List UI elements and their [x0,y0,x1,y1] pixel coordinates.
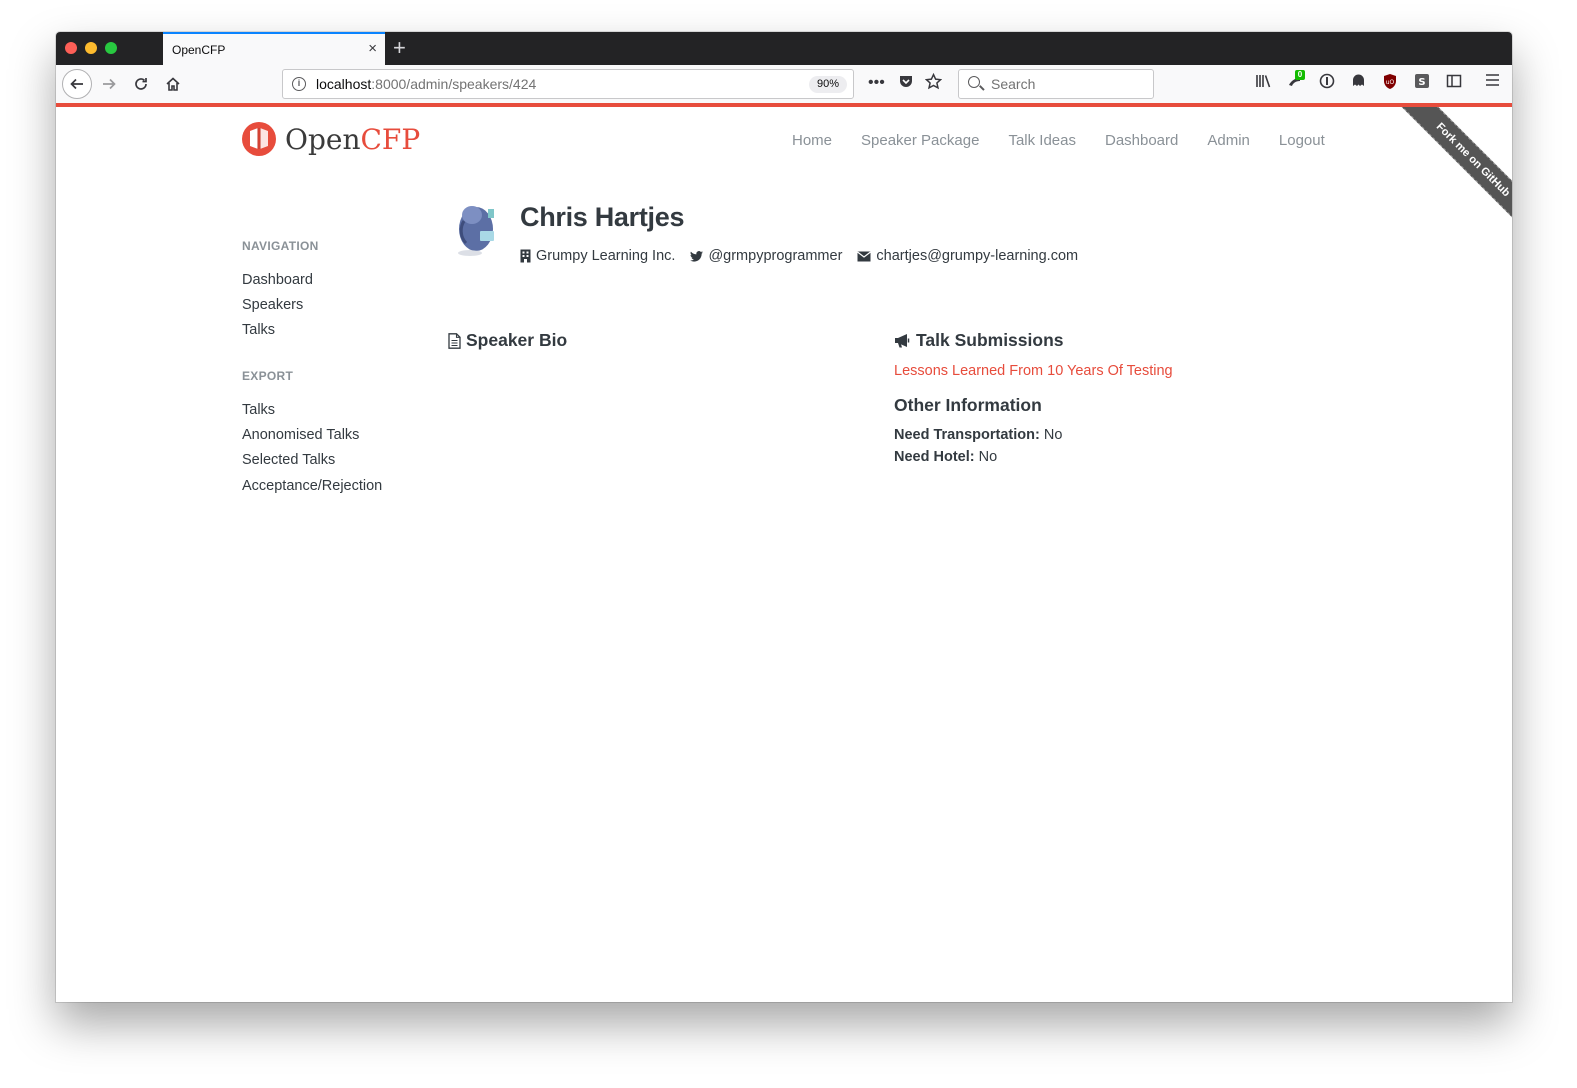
need-transportation-value: No [1043,427,1063,443]
speaker-company: Grumpy Learning Inc. [520,248,675,264]
zoom-level-badge[interactable]: 90% [808,76,847,93]
need-hotel-label: Need Hotel: [894,449,975,465]
envelope-icon [857,251,872,261]
other-information-title: Other Information [894,395,1042,415]
speaker-bio-title: Speaker Bio [466,330,568,350]
svg-text:S: S [1418,77,1425,88]
maximize-window-button[interactable] [105,42,117,54]
search-icon [968,76,980,88]
nav-speaker-package[interactable]: Speaker Package [861,132,979,149]
nav-admin[interactable]: Admin [1207,132,1250,149]
nav-dashboard[interactable]: Dashboard [1105,132,1178,149]
back-button[interactable] [62,69,92,99]
sidebar-item-export-selected-talks[interactable]: Selected Talks [242,452,335,468]
search-bar[interactable]: Search [958,69,1154,99]
opencfp-logo[interactable]: OpenCFP [241,121,420,157]
close-window-button[interactable] [65,42,77,54]
talk-submissions-title: Talk Submissions [916,330,1064,350]
reload-icon [135,78,147,90]
nav-talk-ideas[interactable]: Talk Ideas [1008,132,1076,149]
need-hotel-value: No [978,449,998,465]
sidebar-heading-navigation: NAVIGATION [242,239,319,253]
talk-submission-link[interactable]: Lessons Learned From 10 Years Of Testing [894,363,1173,379]
sidebar-item-export-acceptance-rejection[interactable]: Acceptance/Rejection [242,478,382,494]
nav-logout[interactable]: Logout [1279,132,1325,149]
browser-toolbar: i localhost:8000/admin/speakers/424 90% … [56,65,1512,103]
sidebar-item-dashboard[interactable]: Dashboard [242,272,313,288]
tab-opencfp[interactable]: OpenCFP × [163,32,385,65]
bookmark-star-icon[interactable] [924,72,943,96]
minimize-window-button[interactable] [85,42,97,54]
arrow-right-icon [103,78,116,90]
ghost-extension-icon[interactable] [1350,73,1367,95]
logo-text-open: Open [285,122,361,156]
home-icon [166,77,180,91]
library-icon[interactable] [1255,73,1272,95]
tab-title: OpenCFP [172,43,226,57]
building-icon [520,249,531,263]
arrow-left-icon [70,78,83,90]
logo-text: OpenCFP [285,123,420,156]
tab-close-icon[interactable]: × [368,40,377,58]
ublock-shield-icon[interactable]: uO [1382,73,1398,96]
talk-submissions-heading: Talk Submissions [894,330,1064,351]
logo-text-cfp: CFP [360,122,421,156]
speaker-email[interactable]: chartjes@grumpy-learning.com [857,248,1078,264]
new-tab-button[interactable]: + [393,34,406,62]
need-hotel-row: Need Hotel: No [894,449,997,465]
other-information-heading: Other Information [894,395,1042,416]
top-navigation: Home Speaker Package Talk Ideas Dashboar… [792,132,1354,149]
pocket-icon[interactable] [898,73,914,95]
sidebar-item-talks[interactable]: Talks [242,322,275,338]
extension-count-badge: 0 [1295,70,1305,80]
s-extension-icon[interactable]: S [1414,73,1430,95]
tab-strip: OpenCFP × + [56,32,1512,65]
forward-button[interactable] [94,69,124,99]
hamburger-menu-icon[interactable] [1485,73,1500,93]
home-button[interactable] [158,69,188,99]
speaker-meta: Grumpy Learning Inc. @grmpyprogrammer ch… [520,248,1093,264]
document-icon [448,332,461,349]
nav-home[interactable]: Home [792,132,832,149]
github-ribbon-container: Fork me on GitHub [1363,107,1512,256]
sidebar-item-speakers[interactable]: Speakers [242,297,303,313]
browser-window: OpenCFP × + i localhost:8000/admin/speak… [56,32,1512,1002]
need-transportation-row: Need Transportation: No [894,427,1062,443]
twitter-icon [690,250,704,262]
search-input[interactable]: Search [991,76,1035,92]
url-host: localhost [316,76,372,92]
speaker-twitter[interactable]: @grmpyprogrammer [690,248,842,264]
speaker-name: Chris Hartjes [520,202,685,232]
sidebar-heading-export: EXPORT [242,369,294,383]
page-content: OpenCFP Home Speaker Package Talk Ideas … [56,107,1512,1002]
need-transportation-label: Need Transportation: [894,427,1040,443]
fork-me-on-github-ribbon[interactable]: Fork me on GitHub [1393,107,1512,240]
password-manager-icon[interactable] [1319,73,1335,95]
svg-text:uO: uO [1386,79,1395,86]
speaker-email-text: chartjes@grumpy-learning.com [876,248,1079,264]
sidebar-item-export-talks[interactable]: Talks [242,402,275,418]
sidebar-item-export-anonomised-talks[interactable]: Anonomised Talks [242,427,359,443]
url-text[interactable]: localhost:8000/admin/speakers/424 [316,76,536,92]
url-path: :8000/admin/speakers/424 [371,76,537,92]
speaker-avatar [458,206,494,256]
page-actions-icon[interactable]: ••• [868,73,885,93]
reload-button[interactable] [126,69,156,99]
speaker-twitter-text: @grmpyprogrammer [708,248,843,264]
speaker-bio-heading: Speaker Bio [448,330,567,351]
sidebar-toggle-icon[interactable] [1446,73,1462,95]
bullhorn-icon [895,334,910,348]
url-bar[interactable]: i localhost:8000/admin/speakers/424 90% [282,69,854,99]
site-info-icon[interactable]: i [292,77,306,91]
opencfp-logo-icon [242,122,276,156]
speaker-company-text: Grumpy Learning Inc. [536,248,676,264]
